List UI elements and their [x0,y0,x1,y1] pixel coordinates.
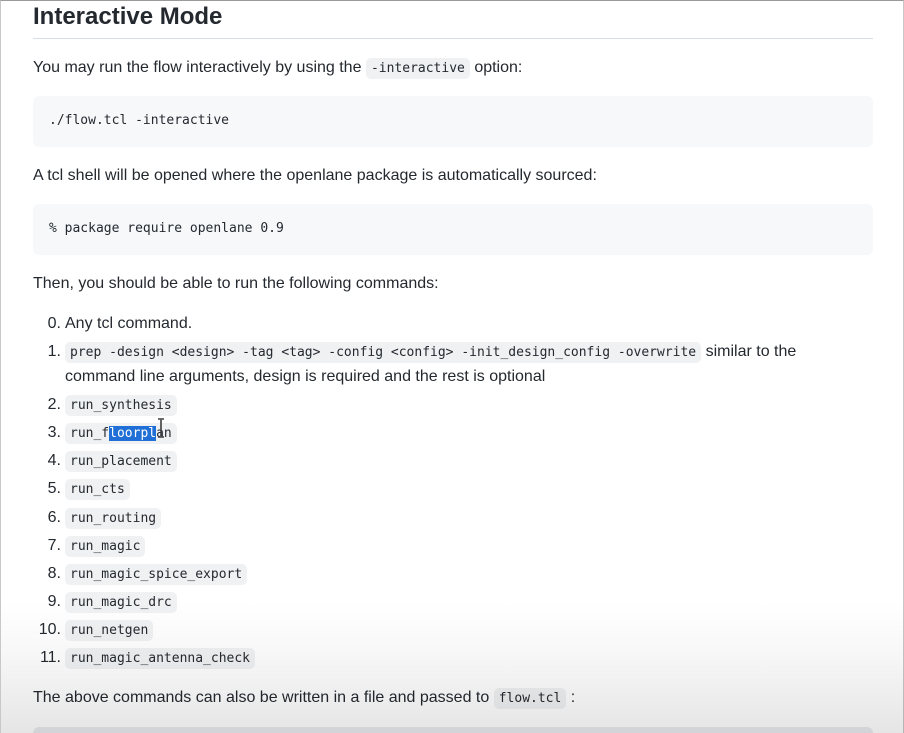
text-selection[interactable]: loorpl [109,426,157,441]
next-code-block [33,727,873,733]
list-body: run_magic_antenna_check [65,646,865,671]
list-number: 9. [47,593,61,610]
tcl-shell-paragraph: A tcl shell will be opened where the ope… [33,167,597,184]
document-page: Interactive Mode You may run the flow in… [0,0,904,733]
prep-command-code: prep -design <design> -tag <tag> -config… [65,342,702,363]
interactive-option-code: -interactive [365,58,470,79]
list-number: 0. [47,315,61,332]
outro-text-before: The above commands can also be written i… [33,689,490,706]
list-body: run_floorplan [65,421,865,446]
code-text-before: run_f [70,426,110,441]
list-number: 11. [39,649,61,666]
list-body: run_magic_drc [65,590,865,615]
list-number: 1. [47,343,61,360]
list-number: 4. [47,452,61,469]
outro-paragraph: The above commands can also be written i… [33,686,575,711]
list-body: run_placement [65,449,865,474]
package-require-block[interactable]: % package require openlane 0.9 [33,204,873,255]
list-body: run_cts [65,477,865,502]
list-number: 5. [47,480,61,497]
command-code: run_netgen [65,620,154,641]
command-code: run_magic_drc [65,592,177,613]
list-number: 7. [47,537,61,554]
list-text: Any tcl command. [65,315,193,332]
list-body: run_synthesis [65,393,865,418]
command-code: run_cts [65,479,130,500]
list-number: 8. [47,565,61,582]
outro-text-after: : [570,689,576,706]
section-heading: Interactive Mode [33,3,223,30]
intro-text-after: option: [474,59,523,76]
command-code: run_magic_antenna_check [65,648,256,669]
list-number: 10. [38,621,61,638]
text-cursor-icon [158,418,164,438]
flow-tcl-code: flow.tcl [493,688,567,709]
intro-paragraph: You may run the flow interactively by us… [33,56,522,81]
command-code: run_magic [65,536,146,557]
intro-text-before: You may run the flow interactively by us… [33,59,362,76]
heading-divider [33,38,873,39]
flow-command-block[interactable]: ./flow.tcl -interactive [33,96,873,147]
list-body: prep -design <design> -tag <tag> -config… [65,340,865,389]
list-number: 6. [47,509,61,526]
list-body: run_magic_spice_export [65,562,865,587]
list-body: run_netgen [65,618,865,643]
list-body: run_magic [65,534,865,559]
list-body: run_routing [65,506,865,531]
command-code: run_placement [65,451,177,472]
list-number: 3. [47,424,61,441]
command-code: run_routing [65,508,162,529]
command-code: run_synthesis [65,395,177,416]
commands-intro-paragraph: Then, you should be able to run the foll… [33,275,439,292]
command-code: run_magic_spice_export [65,564,248,585]
list-number: 2. [47,396,61,413]
